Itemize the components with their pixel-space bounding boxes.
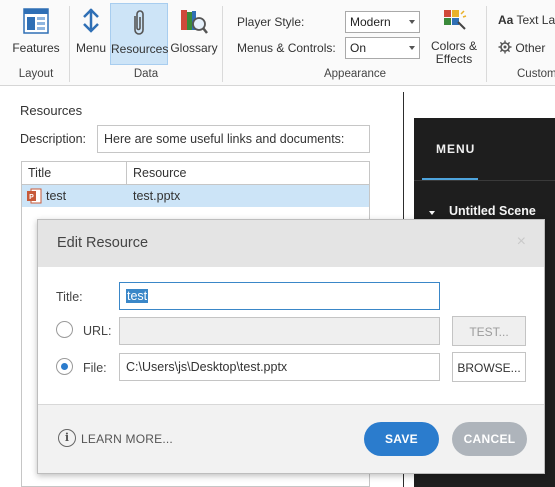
- file-radio[interactable]: [56, 358, 73, 375]
- column-header-resource[interactable]: Resource: [127, 162, 370, 185]
- test-button[interactable]: TEST...: [452, 316, 526, 346]
- menu-button[interactable]: Menu: [72, 3, 110, 65]
- dialog-header: Edit Resource ×: [38, 220, 544, 267]
- menus-controls-label: Menus & Controls:: [237, 41, 336, 55]
- features-icon: [23, 8, 49, 34]
- menus-controls-select[interactable]: On: [345, 37, 420, 59]
- glossary-label: Glossary: [170, 41, 218, 55]
- text-labels-button[interactable]: Aa Text Lab: [498, 13, 555, 27]
- player-style-label: Player Style:: [237, 15, 305, 29]
- svg-text:P: P: [29, 194, 34, 201]
- ribbon-divider: [222, 6, 223, 82]
- colors-effects-label: Colors & Effects: [428, 40, 480, 66]
- resources-paperclip-icon: [134, 10, 144, 35]
- file-label: File:: [83, 361, 107, 375]
- table-row[interactable]: P test test.pptx: [22, 185, 369, 207]
- features-label: Features: [12, 41, 60, 55]
- colors-effects-label-line2: Effects: [435, 52, 473, 66]
- edit-resource-dialog: Edit Resource × Title: test URL: TEST...…: [37, 219, 545, 474]
- learn-more-link[interactable]: LEARN MORE...: [81, 432, 173, 446]
- row-title-cell: test: [46, 189, 67, 203]
- glossary-icon: [181, 10, 208, 34]
- other-button[interactable]: Other: [498, 40, 545, 55]
- url-radio[interactable]: [56, 321, 73, 338]
- file-path-input[interactable]: C:\Users\js\Desktop\test.pptx: [119, 353, 440, 381]
- preview-scene-title[interactable]: Untitled Scene: [449, 204, 536, 218]
- close-icon[interactable]: ×: [517, 233, 526, 251]
- other-gear-icon: [498, 40, 512, 54]
- chevron-down-icon: [429, 211, 435, 215]
- description-input[interactable]: Here are some useful links and documents…: [97, 125, 370, 153]
- powerpoint-file-icon: P: [27, 188, 42, 204]
- dialog-footer: i LEARN MORE... SAVE CANCEL: [38, 405, 544, 473]
- colors-effects-button[interactable]: Colors & Effects: [428, 3, 480, 66]
- menu-label: Menu: [75, 41, 107, 55]
- colors-effects-label-line1: Colors &: [430, 39, 477, 53]
- title-input[interactable]: test: [119, 282, 440, 310]
- dialog-title: Edit Resource: [57, 235, 149, 251]
- group-appearance-label: Appearance: [323, 68, 387, 80]
- menus-controls-value: On: [350, 41, 367, 55]
- menu-icon: [83, 8, 99, 33]
- preview-menu-tab[interactable]: MENU: [436, 142, 475, 156]
- resources-label: Resources: [111, 42, 169, 56]
- row-resource-cell: test.pptx: [133, 189, 181, 203]
- features-button[interactable]: Features: [6, 3, 66, 65]
- glossary-button[interactable]: Glossary: [169, 3, 219, 65]
- cancel-button[interactable]: CANCEL: [452, 422, 527, 456]
- chevron-down-icon: [409, 46, 415, 50]
- info-icon[interactable]: i: [58, 429, 76, 447]
- resources-button[interactable]: Resources: [110, 3, 168, 65]
- ribbon-divider: [69, 6, 70, 82]
- player-style-select[interactable]: Modern: [345, 11, 420, 33]
- column-header-title[interactable]: Title: [22, 162, 127, 185]
- title-label: Title:: [56, 290, 83, 304]
- description-label: Description:: [20, 132, 86, 146]
- ribbon-divider: [486, 6, 487, 82]
- text-labels-label: Text Lab: [516, 13, 555, 27]
- preview-divider-line: [414, 180, 555, 181]
- group-customize-label: Custom: [517, 68, 555, 80]
- player-style-value: Modern: [350, 15, 391, 29]
- browse-button[interactable]: BROWSE...: [452, 352, 526, 382]
- group-data-label: Data: [133, 68, 159, 80]
- title-input-value: test: [126, 289, 149, 303]
- group-layout-label: Layout: [18, 68, 54, 80]
- resources-panel-title: Resources: [20, 103, 83, 118]
- chevron-down-icon: [409, 20, 415, 24]
- url-input[interactable]: [119, 317, 440, 345]
- text-labels-icon: Aa: [498, 13, 514, 27]
- other-label: Other: [515, 41, 546, 55]
- colors-effects-icon: [444, 10, 467, 30]
- ribbon: Features Layout Menu Resources Glossary …: [0, 0, 555, 86]
- save-button[interactable]: SAVE: [364, 422, 439, 456]
- url-label: URL:: [83, 324, 112, 338]
